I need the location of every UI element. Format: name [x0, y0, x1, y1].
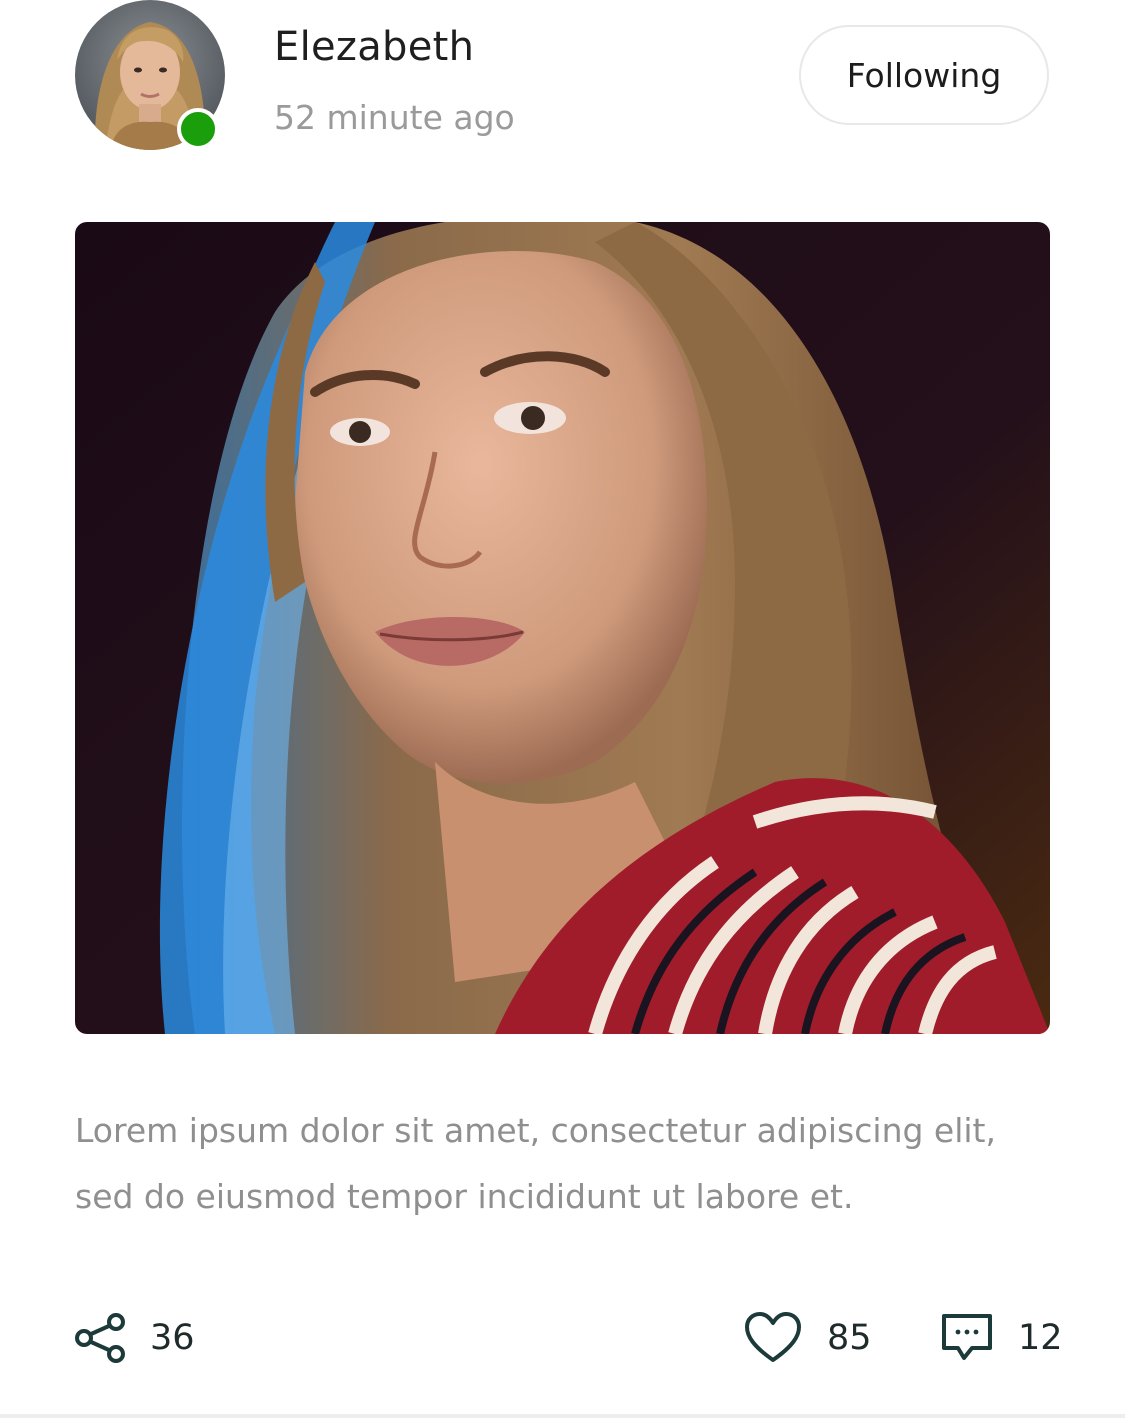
like-count: 85 [827, 1318, 872, 1358]
comment-icon [940, 1310, 994, 1366]
post-card: Elezabeth 52 minute ago Following Lorem … [0, 0, 1125, 1418]
share-count: 36 [150, 1318, 195, 1358]
share-icon [72, 1310, 128, 1366]
post-timestamp: 52 minute ago [274, 98, 515, 137]
post-image[interactable] [75, 222, 1050, 1034]
comment-button[interactable]: 12 [940, 1306, 1063, 1370]
post-caption: Lorem ipsum dolor sit amet, consectetur … [75, 1111, 996, 1216]
share-button[interactable]: 36 [72, 1306, 195, 1370]
online-status-dot [177, 108, 219, 150]
author-name[interactable]: Elezabeth [274, 24, 474, 70]
comment-count: 12 [1018, 1318, 1063, 1358]
divider [0, 1414, 1125, 1418]
heart-icon [743, 1310, 803, 1366]
following-button[interactable]: Following [799, 25, 1049, 125]
like-button[interactable]: 85 [743, 1306, 872, 1370]
